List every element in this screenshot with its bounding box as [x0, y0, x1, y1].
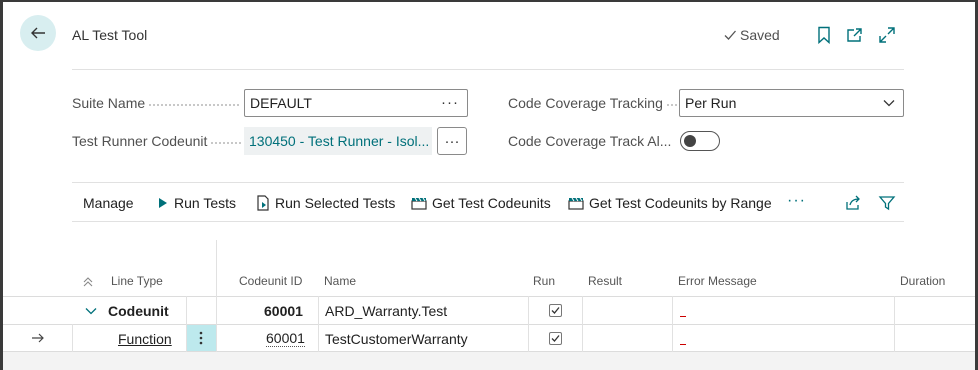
- get-test-codeunits-button[interactable]: Get Test Codeunits: [411, 195, 551, 211]
- suite-name-label: Suite Name: [72, 95, 240, 111]
- label-dots: [149, 104, 240, 106]
- back-button[interactable]: [20, 15, 56, 51]
- open-new-window-button[interactable]: [845, 25, 865, 45]
- coverage-tracking-select[interactable]: Per Run: [679, 89, 904, 117]
- coverage-tracking-label-text: Code Coverage Tracking: [508, 95, 663, 111]
- chevron-down-icon: [883, 100, 895, 107]
- saved-label: Saved: [740, 27, 780, 43]
- row-name: ARD_Warranty.Test: [325, 303, 448, 319]
- share-icon: [846, 195, 860, 210]
- column-header-run[interactable]: Run: [533, 274, 555, 288]
- more-vertical-icon: [199, 331, 203, 345]
- run-selected-tests-label: Run Selected Tests: [275, 195, 396, 211]
- checkmark-icon: [551, 335, 560, 342]
- column-header-codeunit-id[interactable]: Codeunit ID: [239, 274, 302, 288]
- saved-status: Saved: [723, 27, 780, 43]
- collapse-all-icon[interactable]: [82, 276, 94, 288]
- share-button[interactable]: [843, 193, 863, 213]
- row-codeunit-id: 60001: [266, 330, 305, 347]
- filter-button[interactable]: [877, 193, 897, 213]
- column-separator: [672, 296, 673, 352]
- bookmark-icon: [818, 26, 830, 44]
- row-error-indicator: [680, 344, 686, 345]
- expand-icon: [879, 27, 895, 43]
- manage-label: Manage: [83, 195, 134, 211]
- row-run-checkbox[interactable]: [549, 304, 562, 317]
- test-runner-label-text: Test Runner Codeunit: [72, 133, 208, 149]
- run-tests-label: Run Tests: [174, 195, 236, 211]
- row-codeunit-id: 60001: [264, 303, 303, 319]
- column-header-result[interactable]: Result: [588, 274, 622, 288]
- column-separator: [528, 296, 529, 352]
- coverage-track-all-label-text: Code Coverage Track Al...: [508, 133, 672, 149]
- open-new-window-icon: [847, 28, 862, 42]
- column-separator: [216, 296, 217, 352]
- test-runner-field[interactable]: 130450 - Test Runner - Isol...: [244, 127, 432, 155]
- expand-button[interactable]: [877, 25, 897, 45]
- row-line-type-link[interactable]: Function: [118, 331, 172, 347]
- column-header-line-type[interactable]: Line Type: [111, 274, 163, 288]
- column-separator: [318, 296, 319, 352]
- test-runner-label: Test Runner Codeunit: [72, 133, 242, 149]
- chevron-down-icon[interactable]: [85, 306, 97, 316]
- coverage-track-all-label: Code Coverage Track Al...: [508, 133, 671, 149]
- column-header-duration[interactable]: Duration: [900, 274, 945, 288]
- column-separator: [72, 324, 73, 352]
- arrow-right-icon: [32, 333, 44, 343]
- row-error-indicator: [680, 316, 686, 317]
- column-separator: [894, 296, 895, 352]
- column-separator: [216, 240, 217, 296]
- get-test-codeunits-label: Get Test Codeunits: [432, 195, 551, 211]
- document-play-icon: [257, 195, 269, 211]
- get-test-codeunits-by-range-label: Get Test Codeunits by Range: [589, 195, 772, 211]
- row-line-type: Codeunit: [108, 303, 169, 319]
- column-header-error-message[interactable]: Error Message: [678, 274, 757, 288]
- row-run-checkbox[interactable]: [549, 332, 562, 345]
- run-selected-tests-button[interactable]: Run Selected Tests: [256, 195, 395, 211]
- suite-name-field[interactable]: DEFAULT ···: [244, 89, 468, 117]
- arrow-left-icon: [31, 27, 45, 39]
- actions-bottom-divider: [72, 221, 904, 222]
- suite-name-lookup-icon[interactable]: ···: [441, 94, 459, 111]
- bookmark-button[interactable]: [814, 25, 834, 45]
- run-tests-button[interactable]: Run Tests: [157, 195, 236, 211]
- toggle-knob: [684, 135, 696, 147]
- clapperboard-range-icon: [568, 197, 584, 210]
- filter-icon: [878, 196, 896, 211]
- page-title: AL Test Tool: [72, 27, 148, 43]
- test-runner-lookup-button[interactable]: ···: [437, 127, 467, 155]
- play-icon: [159, 198, 167, 208]
- grid-line: [3, 296, 975, 297]
- suite-name-value: DEFAULT: [250, 95, 312, 111]
- header-divider: [72, 69, 904, 70]
- column-separator: [582, 296, 583, 352]
- actions-top-divider: [72, 182, 904, 183]
- checkmark-icon: [724, 30, 736, 40]
- column-header-name[interactable]: Name: [324, 274, 356, 288]
- row-actions-menu[interactable]: [187, 325, 216, 351]
- clapperboard-icon: [411, 197, 427, 210]
- manage-menu[interactable]: Manage: [83, 195, 134, 211]
- label-dots: [211, 142, 242, 144]
- grid-footer: [3, 352, 975, 370]
- grid-line: [3, 324, 975, 325]
- suite-name-label-text: Suite Name: [72, 95, 146, 111]
- more-actions-button[interactable]: ···: [787, 192, 806, 210]
- coverage-tracking-label: Code Coverage Tracking: [508, 95, 681, 111]
- coverage-tracking-value: Per Run: [685, 95, 737, 111]
- row-name: TestCustomerWarranty: [325, 331, 468, 347]
- get-test-codeunits-by-range-button[interactable]: Get Test Codeunits by Range: [568, 195, 772, 211]
- coverage-track-all-toggle[interactable]: [680, 131, 720, 151]
- checkmark-icon: [551, 307, 560, 314]
